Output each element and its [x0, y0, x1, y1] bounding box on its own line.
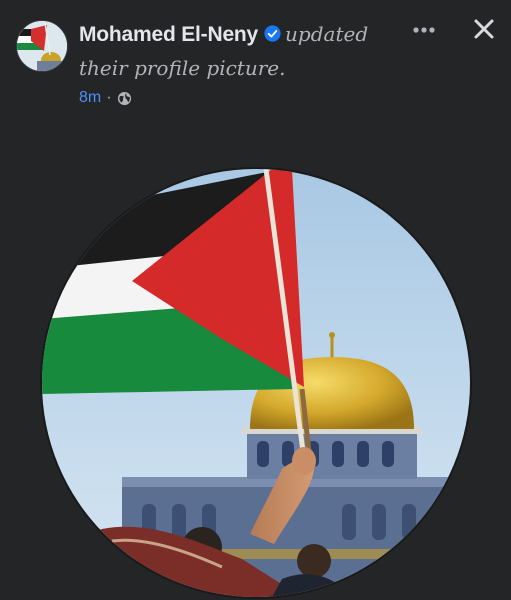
verified-badge-icon — [264, 22, 281, 42]
globe-icon[interactable] — [117, 91, 132, 106]
post-action-text: updated — [285, 22, 369, 46]
post-container: Mohamed El-Neny updated their profile pic… — [0, 0, 511, 600]
profile-picture-frame — [40, 167, 472, 599]
close-icon — [473, 18, 495, 45]
post-header: Mohamed El-Neny updated their profile pic… — [0, 0, 511, 120]
author-avatar[interactable] — [16, 20, 68, 72]
more-options-button[interactable] — [404, 16, 444, 44]
author-line: Mohamed El-Neny updated — [79, 20, 368, 49]
close-button[interactable] — [466, 13, 502, 49]
post-meta: 8m · — [79, 86, 132, 110]
profile-picture[interactable] — [42, 169, 470, 597]
meta-separator: · — [106, 89, 112, 106]
post-timestamp[interactable]: 8m — [79, 89, 101, 107]
more-horizontal-icon — [412, 21, 436, 39]
post-action-text-continued: their profile picture. — [79, 56, 286, 80]
author-name[interactable]: Mohamed El-Neny — [79, 23, 258, 46]
